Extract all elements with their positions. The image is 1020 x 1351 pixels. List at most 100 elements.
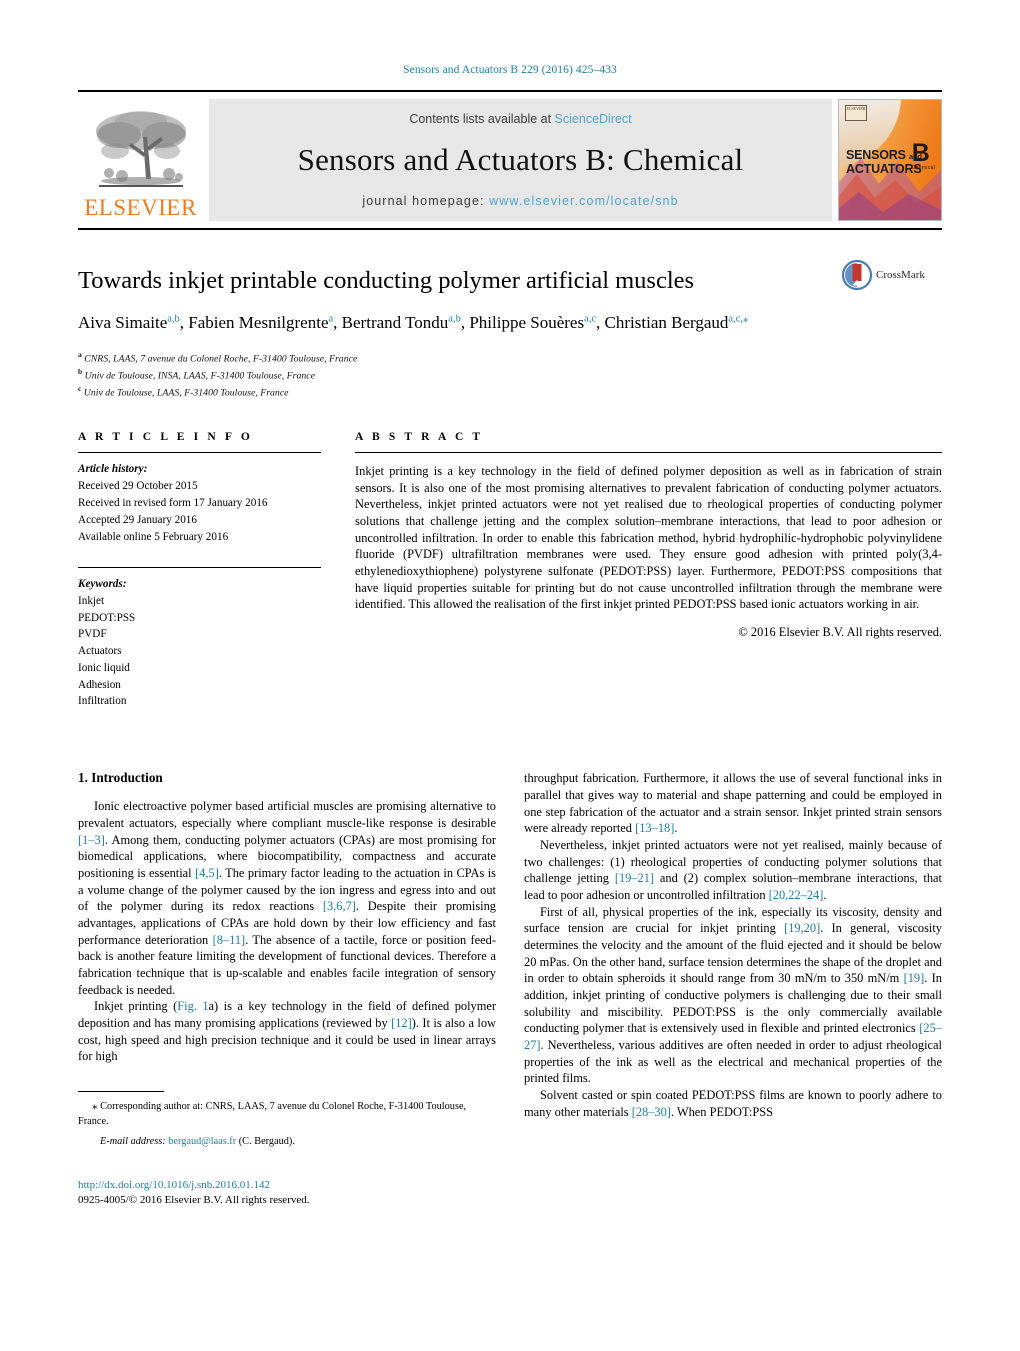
corresponding-text: Corresponding author at: CNRS, LAAS, 7 a…: [78, 1101, 467, 1127]
banner-bottom-rule: [78, 228, 942, 230]
keyword-item: Actuators: [78, 645, 122, 658]
abstract-rule: [355, 451, 942, 453]
author-separator: ,: [596, 312, 605, 332]
section-heading-introduction: 1. Introduction: [78, 770, 163, 786]
author-entry: Christian Bergauda,c,⁎: [605, 313, 749, 332]
citation-link[interactable]: [13–18]: [635, 821, 674, 835]
history-item: Available online 5 February 2016: [78, 530, 229, 543]
affiliation-item: a CNRS, LAAS, 7 avenue du Colonel Roche,…: [78, 349, 942, 366]
citation-link[interactable]: [4,5]: [195, 866, 219, 880]
author-affiliation-mark[interactable]: a,b: [448, 313, 461, 324]
keywords-list: Keywords: Inkjet PEDOT:PSS PVDF Actuator…: [78, 576, 321, 710]
author-entry: Fabien Mesnilgrentea,: [188, 313, 341, 332]
keywords-rule: [78, 566, 321, 568]
corresponding-author-note: ⁎ Corresponding author at: CNRS, LAAS, 7…: [78, 1099, 496, 1129]
homepage-prefix: journal homepage:: [362, 194, 490, 208]
author-affiliation-mark[interactable]: a,b: [167, 313, 180, 324]
doi-block: http://dx.doi.org/10.1016/j.snb.2016.01.…: [78, 1178, 496, 1209]
citation-link[interactable]: [3,6,7]: [323, 899, 356, 913]
affiliation-list: a CNRS, LAAS, 7 avenue du Colonel Roche,…: [78, 349, 942, 401]
history-item: Received 29 October 2015: [78, 479, 198, 492]
body-column-left: 1. Introduction Ionic electroactive poly…: [78, 770, 496, 1208]
paragraph-text: .: [674, 821, 678, 836]
paragraph: Inkjet printing (Fig. 1a) is a key techn…: [78, 998, 496, 1065]
sciencedirect-link[interactable]: ScienceDirect: [555, 112, 632, 126]
history-item: Accepted 29 January 2016: [78, 513, 197, 526]
paragraph: Solvent casted or spin coated PEDOT:PSS …: [524, 1087, 942, 1120]
keyword-item: PVDF: [78, 628, 107, 641]
author-affiliation-mark[interactable]: a,c,⁎: [728, 313, 748, 324]
paragraph-text: Ionic electroactive polymer based artifi…: [78, 799, 496, 830]
article-history-label: Article history:: [78, 462, 148, 475]
citation-link[interactable]: [20,22–24]: [769, 888, 824, 902]
email-link[interactable]: bergaud@laas.fr: [168, 1136, 236, 1147]
cover-elsevier-text: ELSEVIER: [846, 106, 866, 111]
page-title: Towards inkjet printable conducting poly…: [78, 267, 695, 294]
citation-link[interactable]: [8–11]: [213, 933, 246, 947]
footnote-rule: [78, 1091, 164, 1093]
citation-link[interactable]: [12]: [391, 1016, 412, 1030]
cover-elsevier-mark: ELSEVIER: [845, 105, 867, 121]
crossmark-badge[interactable]: CrossMark: [842, 260, 942, 290]
author-name: Fabien Mesnilgrente: [188, 312, 329, 332]
author-affiliation-mark[interactable]: a,c: [584, 313, 596, 324]
email-label: E-mail address:: [100, 1136, 166, 1148]
journal-cover-thumbnail: ELSEVIER SENSORS and ACTUATORS B Chemica…: [838, 99, 942, 221]
author-separator: ,: [179, 312, 189, 332]
cover-letter-b: B: [911, 139, 930, 168]
keyword-item: Ionic liquid: [78, 661, 130, 674]
paragraph: First of all, physical properties of the…: [524, 904, 942, 1087]
paragraph-text: . Nevertheless, various additives are of…: [524, 1038, 942, 1086]
citation-link[interactable]: [19–21]: [615, 871, 654, 885]
citation-link[interactable]: Fig. 1: [177, 999, 208, 1013]
journal-title: Sensors and Actuators B: Chemical: [297, 142, 744, 177]
citation-link[interactable]: [19,20]: [784, 921, 820, 935]
author-name: Christian Bergaud: [604, 312, 729, 332]
citation-link[interactable]: [28–30]: [632, 1105, 671, 1119]
body-columns: 1. Introduction Ionic electroactive poly…: [78, 770, 942, 1208]
elsevier-wordmark: ELSEVIER: [84, 195, 197, 220]
article-info-column: A R T I C L E I N F O Article history: R…: [78, 431, 321, 710]
cover-title-text: SENSORS and ACTUATORS: [846, 148, 922, 176]
journal-banner: ELSEVIER Contents lists available at Sci…: [78, 90, 942, 221]
crossmark-icon: [842, 260, 872, 290]
corresponding-star: ⁎: [92, 1100, 98, 1113]
affiliation-text: Univ de Toulouse, LAAS, F-31400 Toulouse…: [83, 387, 289, 399]
footnote-area: ⁎ Corresponding author at: CNRS, LAAS, 7…: [78, 1091, 496, 1209]
article-info-rule: [78, 451, 321, 453]
homepage-link[interactable]: www.elsevier.com/locate/snb: [489, 194, 679, 208]
paragraph-text: . When PEDOT:PSS: [670, 1104, 774, 1119]
body-column-right: throughput fabrication. Furthermore, it …: [524, 770, 942, 1208]
keywords-block: Keywords: Inkjet PEDOT:PSS PVDF Actuator…: [78, 566, 321, 710]
paragraph: throughput fabrication. Furthermore, it …: [524, 770, 942, 837]
citation-link[interactable]: [19]: [904, 971, 925, 985]
affiliation-text: CNRS, LAAS, 7 avenue du Colonel Roche, F…: [84, 352, 358, 364]
paragraph: Nevertheless, inkjet printed actuators w…: [524, 837, 942, 904]
cover-line1: SENSORS: [846, 148, 906, 163]
affiliation-mark: c: [78, 384, 82, 394]
affiliation-item: b Univ de Toulouse, INSA, LAAS, F-31400 …: [78, 366, 942, 383]
paper-page: Sensors and Actuators B 229 (2016) 425–4…: [0, 0, 1020, 1351]
abstract-column: A B S T R A C T Inkjet printing is a key…: [355, 431, 942, 710]
email-line: E-mail address: bergaud@laas.fr (C. Berg…: [78, 1135, 496, 1150]
abstract-heading: A B S T R A C T: [355, 430, 484, 443]
contents-prefix: Contents lists available at: [409, 112, 555, 126]
author-entry: Philippe Souèresa,c,: [469, 313, 604, 332]
author-name: Philippe Souères: [469, 312, 585, 332]
cover-line2: ACTUATORS: [846, 162, 922, 177]
doi-link[interactable]: http://dx.doi.org/10.1016/j.snb.2016.01.…: [78, 1178, 496, 1193]
issn-copyright-line: 0925-4005/© 2016 Elsevier B.V. All right…: [78, 1194, 310, 1207]
abstract-text: Inkjet printing is a key technology in t…: [355, 463, 942, 612]
info-abstract-section: A R T I C L E I N F O Article history: R…: [78, 431, 942, 710]
abstract-copyright: © 2016 Elsevier B.V. All rights reserved…: [738, 625, 942, 640]
banner-center: Contents lists available at ScienceDirec…: [209, 99, 832, 221]
keyword-item: PEDOT:PSS: [78, 611, 136, 624]
elsevier-logo: ELSEVIER: [78, 99, 203, 221]
keyword-item: Inkjet: [78, 594, 105, 607]
author-separator: ,: [333, 312, 342, 332]
paragraph-text: Inkjet printing (: [94, 999, 178, 1014]
article-info-heading: A R T I C L E I N F O: [78, 430, 253, 443]
affiliation-mark: b: [78, 366, 83, 376]
affiliation-item: c Univ de Toulouse, LAAS, F-31400 Toulou…: [78, 383, 942, 400]
citation-link[interactable]: [1–3]: [78, 833, 105, 847]
